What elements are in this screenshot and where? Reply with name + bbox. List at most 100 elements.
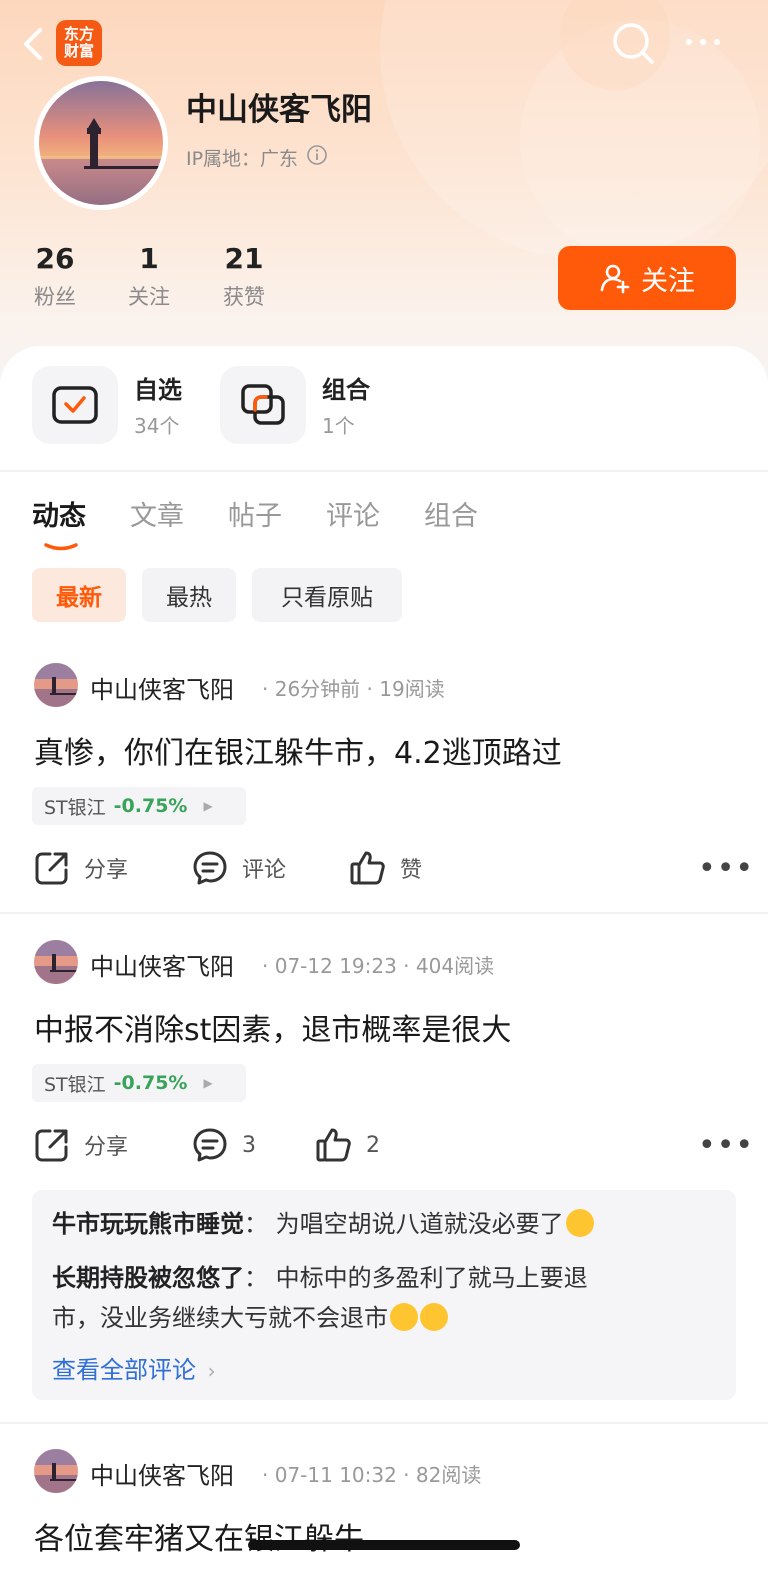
comment-preview[interactable]: 牛市玩玩熊市睡觉： 为唱空胡说八道就没必要了 <box>52 1204 692 1244</box>
divider <box>0 1422 768 1424</box>
post-meta: · 26分钟前 · 19阅读 <box>262 677 445 701</box>
post-author-avatar[interactable] <box>34 940 78 984</box>
app-logo: 东方 财富 <box>56 20 102 66</box>
stock-tag[interactable]: ST银江 -0.75% ▶ <box>32 787 246 825</box>
comment-label: 评论 <box>242 858 287 883</box>
emoji-icon <box>390 1303 418 1331</box>
back-arrow-icon[interactable] <box>16 24 52 64</box>
comment-text-cont: 市，没业务继续大亏就不会退市 <box>52 1304 388 1332</box>
stock-change: -0.75% <box>113 1072 188 1094</box>
add-user-icon <box>599 262 631 294</box>
stat-likes-value: 21 <box>224 242 264 275</box>
tab-posts[interactable]: 帖子 <box>228 494 282 533</box>
stock-change: -0.75% <box>113 795 188 817</box>
ip-location: IP属地：广东 <box>186 144 328 171</box>
post-author-name[interactable]: 中山侠客飞阳 <box>90 1456 234 1491</box>
stat-following-value: 1 <box>139 242 159 275</box>
stock-name: ST银江 <box>44 796 106 819</box>
tab-active-indicator <box>44 536 78 551</box>
stat-likes-label: 获赞 <box>223 285 265 309</box>
filter-hottest[interactable]: 最热 <box>142 568 236 622</box>
post-time: 07-11 10:32 <box>274 1463 397 1487</box>
comment-button[interactable]: 评论 <box>192 850 286 886</box>
watchlist-count: 34个 <box>134 414 180 438</box>
filter-original-only[interactable]: 只看原贴 <box>252 568 402 622</box>
tab-articles[interactable]: 文章 <box>130 494 184 533</box>
like-label: 赞 <box>400 858 423 883</box>
post-meta: · 07-12 19:23 · 404阅读 <box>262 954 495 978</box>
follow-button[interactable]: 关注 <box>558 246 736 310</box>
caret-right-icon: ▶ <box>203 1076 213 1090</box>
comment-button[interactable]: 3 <box>192 1127 256 1163</box>
more-options-icon[interactable] <box>684 30 724 54</box>
post-author-name[interactable]: 中山侠客飞阳 <box>90 947 234 982</box>
search-icon[interactable] <box>610 20 656 66</box>
post-text[interactable]: 各位套牢猪又在银江躲牛 <box>34 1514 364 1558</box>
share-icon <box>34 850 84 886</box>
share-button[interactable]: 分享 <box>34 1127 128 1163</box>
like-count: 2 <box>366 1132 380 1158</box>
post-reads: 19阅读 <box>379 677 445 701</box>
comment-user[interactable]: 牛市玩玩熊市睡觉 <box>52 1210 244 1238</box>
view-all-comments-link[interactable]: 查看全部评论 › <box>52 1350 216 1385</box>
post-author-avatar[interactable] <box>34 663 78 707</box>
emoji-icon <box>565 1209 594 1237</box>
comment-icon <box>192 850 242 886</box>
portfolio-count: 1个 <box>322 414 355 438</box>
filter-latest[interactable]: 最新 <box>32 568 126 622</box>
divider <box>0 470 768 472</box>
home-indicator <box>248 1540 520 1550</box>
comment-user[interactable]: 长期持股被忽悠了 <box>52 1264 244 1292</box>
stat-following-label: 关注 <box>128 285 170 309</box>
emoji-icon <box>420 1303 448 1331</box>
stock-name: ST银江 <box>44 1073 106 1096</box>
share-icon <box>34 1127 84 1163</box>
post-text[interactable]: 真惨，你们在银江躲牛市，4.2逃顶路过 <box>34 728 562 772</box>
user-name: 中山侠客飞阳 <box>186 92 372 128</box>
thumbs-up-icon <box>350 850 400 886</box>
comment-text: 中标中的多盈利了就马上要退 <box>275 1264 588 1292</box>
post-author-name[interactable]: 中山侠客飞阳 <box>90 670 234 705</box>
divider <box>0 912 768 914</box>
post-text[interactable]: 中报不消除st因素，退市概率是很大 <box>34 1005 511 1049</box>
share-button[interactable]: 分享 <box>34 850 128 886</box>
tab-portfolios[interactable]: 组合 <box>424 494 478 533</box>
info-icon[interactable] <box>306 144 328 171</box>
tab-dynamics[interactable]: 动态 <box>32 494 86 533</box>
post-more-icon[interactable]: ••• <box>698 851 754 886</box>
watchlist-title[interactable]: 自选 <box>134 370 182 405</box>
ip-location-label: IP属地：广东 <box>186 148 299 170</box>
stat-fans-value: 26 <box>35 242 75 275</box>
comment-preview[interactable]: 长期持股被忽悠了： 中标中的多盈利了就马上要退 市，没业务继续大亏就不会退市 <box>52 1258 692 1338</box>
stat-fans-label: 粉丝 <box>34 285 76 309</box>
comment-text: 为唱空胡说八道就没必要了 <box>275 1210 564 1238</box>
portfolio-shortcut[interactable] <box>220 366 306 444</box>
tab-comments[interactable]: 评论 <box>326 494 380 533</box>
share-label: 分享 <box>84 858 129 883</box>
thumbs-up-icon <box>316 1127 366 1163</box>
caret-right-icon: ▶ <box>203 799 213 813</box>
view-all-label: 查看全部评论 <box>52 1356 196 1384</box>
like-button[interactable]: 2 <box>316 1127 380 1163</box>
post-author-avatar[interactable] <box>34 1449 78 1493</box>
post-meta: · 07-11 10:32 · 82阅读 <box>262 1463 482 1487</box>
comment-sep: ： <box>244 1264 268 1292</box>
post-more-icon[interactable]: ••• <box>698 1128 754 1163</box>
post-time: 26分钟前 <box>274 677 361 701</box>
share-label: 分享 <box>84 1135 129 1160</box>
comment-count: 3 <box>242 1132 256 1158</box>
chevron-right-icon: › <box>207 1359 216 1383</box>
watchlist-shortcut[interactable] <box>32 366 118 444</box>
stock-tag[interactable]: ST银江 -0.75% ▶ <box>32 1064 246 1102</box>
post-time: 07-12 19:23 <box>274 954 397 978</box>
stat-fans[interactable]: 26 粉丝 <box>10 242 100 311</box>
user-avatar[interactable] <box>34 76 168 210</box>
stat-following[interactable]: 1 关注 <box>104 242 194 311</box>
comment-sep: ： <box>244 1210 268 1238</box>
post-reads: 404阅读 <box>415 954 495 978</box>
post-reads: 82阅读 <box>415 1463 482 1487</box>
stat-likes[interactable]: 21 获赞 <box>199 242 289 311</box>
portfolio-title[interactable]: 组合 <box>322 370 370 405</box>
like-button[interactable]: 赞 <box>350 850 422 886</box>
comment-icon <box>192 1127 242 1163</box>
